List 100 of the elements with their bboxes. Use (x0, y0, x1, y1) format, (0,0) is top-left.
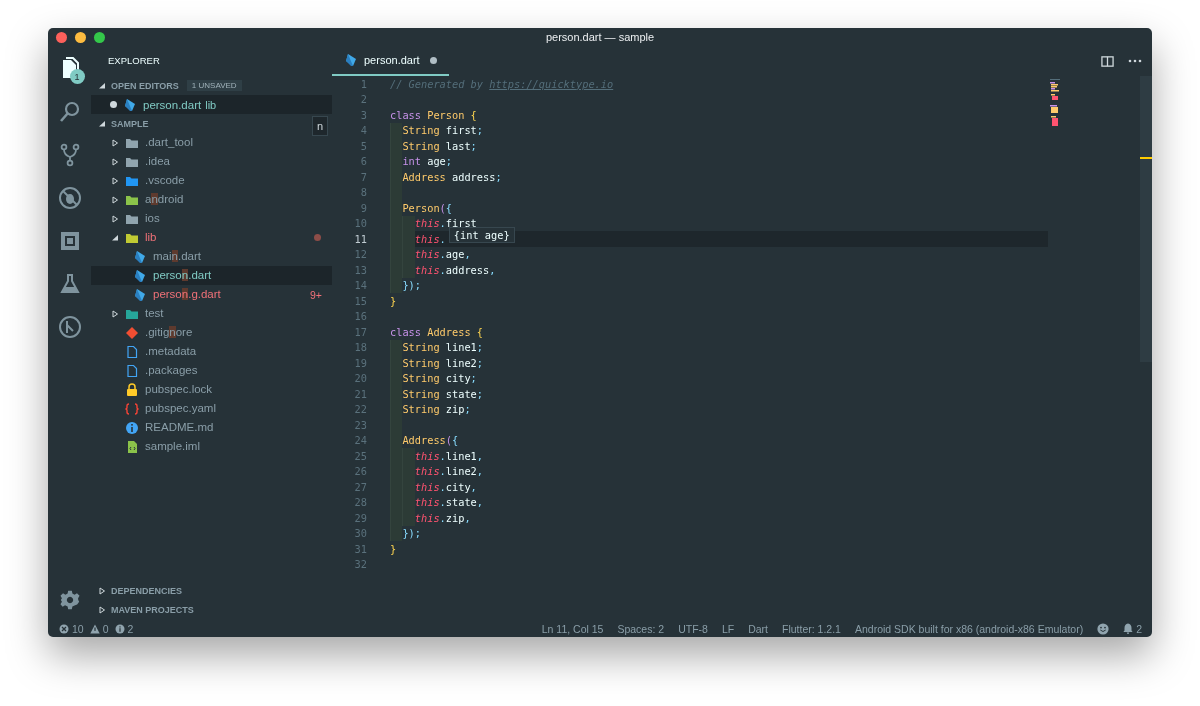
tree-item[interactable]: person.dart (91, 266, 332, 285)
line-number: 14 (353, 279, 367, 292)
zoom-button[interactable] (94, 32, 105, 43)
line-number: 29 (353, 511, 367, 524)
code-line: } (390, 294, 397, 307)
chevron-icon[interactable] (98, 586, 106, 595)
line-number: 20 (353, 372, 367, 385)
chevron-icon[interactable] (98, 119, 106, 128)
smiley-icon[interactable] (1097, 622, 1110, 635)
tree-item[interactable]: .gitignore (91, 323, 332, 342)
line-number: 26 (353, 465, 367, 478)
minimize-button[interactable] (75, 32, 86, 43)
code-line: Person({ (402, 201, 452, 214)
settings-icon[interactable] (58, 589, 81, 611)
tree-item[interactable]: pubspec.yaml (91, 399, 332, 418)
tree-item[interactable]: pubspec.lock (91, 380, 332, 399)
editor-tab[interactable]: person.dart (332, 46, 449, 76)
tree-item[interactable]: .dart_tool (91, 133, 332, 152)
section-title: DEPENDENCIES (111, 585, 182, 596)
status-item[interactable]: Spaces: 2 (617, 622, 665, 635)
chevron-icon[interactable] (111, 309, 119, 318)
file-name: person.g.dart (153, 287, 221, 302)
problem-status[interactable]: 2 (114, 622, 134, 635)
tree-item[interactable]: lib (91, 228, 332, 247)
status-item[interactable]: LF (721, 622, 735, 635)
code-line: // Generated by https://quicktype.io (390, 77, 614, 90)
code-line: }); (402, 279, 421, 292)
status-item[interactable]: Dart (748, 622, 768, 635)
tree-item[interactable]: ios (91, 209, 332, 228)
warning-icon (89, 623, 100, 634)
line-number: 19 (353, 356, 367, 369)
line-number: 11 (353, 232, 367, 245)
chevron-icon[interactable] (98, 605, 106, 614)
close-button[interactable] (56, 32, 67, 43)
tree-item[interactable]: README.md (91, 418, 332, 437)
more-icon[interactable] (1128, 59, 1142, 63)
problem-status[interactable]: 0 (89, 622, 109, 635)
line-number: 15 (353, 294, 367, 307)
tab-title: person.dart (364, 54, 420, 66)
no-bug-icon[interactable] (57, 186, 82, 210)
bell-icon (1123, 623, 1134, 634)
status-item[interactable]: Ln 11, Col 15 (541, 622, 604, 635)
info-icon (114, 623, 125, 634)
split-editor-icon[interactable] (1101, 54, 1114, 68)
filter-field[interactable]: n (312, 116, 328, 136)
tree-item[interactable]: test (91, 304, 332, 323)
code-line: int age; (402, 155, 452, 168)
chevron-icon[interactable] (98, 81, 106, 90)
file-name: .dart_tool (145, 135, 193, 150)
file-name: .gitignore (145, 325, 193, 340)
problem-status[interactable]: 10 (59, 622, 84, 635)
code-line: String last; (402, 139, 477, 152)
circle-icon[interactable] (57, 315, 82, 339)
dart-icon (133, 249, 147, 264)
line-number: 1 (359, 77, 367, 90)
tree-item[interactable]: sample.iml (91, 437, 332, 456)
line-number: 10 (353, 217, 367, 230)
tree-item[interactable]: .packages (91, 361, 332, 380)
unsaved-badge: 1 UNSAVED (186, 80, 242, 91)
chevron-icon[interactable] (111, 195, 119, 204)
tree-item[interactable]: .vscode (91, 171, 332, 190)
tree-item[interactable]: android (91, 190, 332, 209)
code-line: String line2; (402, 356, 483, 369)
line-number: 8 (359, 186, 367, 199)
code-line: Address({ (402, 434, 459, 447)
file-name: .vscode (145, 173, 185, 188)
file-name: ios (145, 211, 160, 226)
line-number: 27 (353, 480, 367, 493)
chevron-icon[interactable] (111, 233, 119, 242)
line-number: 32 (353, 558, 367, 571)
sidebar-title: EXPLORER (107, 54, 161, 68)
search-icon[interactable] (57, 100, 82, 124)
status-item[interactable]: Flutter: 1.2.1 (782, 622, 841, 635)
chevron-icon[interactable] (111, 138, 119, 147)
tree-item[interactable]: .idea (91, 152, 332, 171)
section-header[interactable]: SAMPLE (91, 114, 153, 133)
section-header[interactable]: DEPENDENCIES (91, 581, 186, 600)
tree-item[interactable]: person.g.dart 9+ (91, 285, 332, 304)
section-header[interactable]: OPEN EDITORS 1 UNSAVED (91, 76, 246, 95)
file-name: person.dart (153, 268, 212, 283)
notifications-status[interactable]: 2 (1123, 622, 1142, 635)
tree-item[interactable]: main.dart (91, 247, 332, 266)
status-item[interactable]: UTF-8 (678, 622, 708, 635)
line-number: 9 (359, 201, 367, 214)
open-editor-item[interactable]: person.dart lib (91, 95, 332, 114)
line-number: 23 (353, 418, 367, 431)
chevron-icon[interactable] (111, 176, 119, 185)
file-name: sample.iml (145, 439, 200, 454)
chevron-icon[interactable] (111, 157, 119, 166)
file-name: .metadata (145, 344, 197, 359)
line-number: 16 (353, 310, 367, 323)
tree-item[interactable]: .metadata (91, 342, 332, 361)
line-number: 22 (353, 403, 367, 416)
scrollbar[interactable] (1140, 76, 1152, 362)
status-item[interactable]: Android SDK built for x86 (android-x86 Emulator) (854, 622, 1084, 635)
line-number: 7 (359, 170, 367, 183)
chevron-icon[interactable] (111, 214, 119, 223)
problem-dot (314, 234, 321, 241)
section-header[interactable]: MAVEN PROJECTS (91, 600, 198, 619)
error-icon (59, 623, 69, 634)
